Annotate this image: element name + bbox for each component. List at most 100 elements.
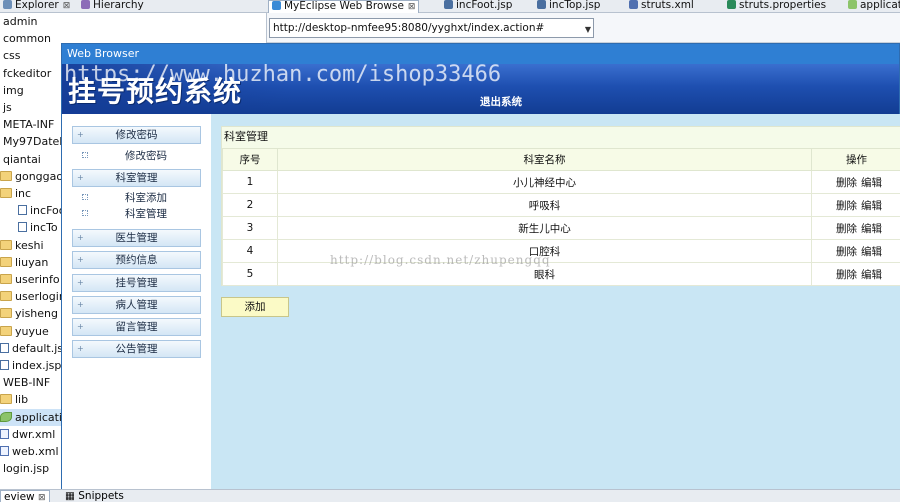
menu-button[interactable]: + 公告管理 xyxy=(72,340,201,358)
tree-item[interactable]: applicatio xyxy=(0,408,69,426)
cell-name: 眼科 xyxy=(277,262,812,286)
tree-item[interactable]: css xyxy=(0,47,21,64)
delete-link[interactable]: 删除 xyxy=(836,200,857,212)
tree-item-label: lib xyxy=(15,393,29,407)
tree-item[interactable]: js xyxy=(0,99,12,116)
web-browser-titlebar[interactable]: Web Browser xyxy=(62,44,899,64)
menu-button[interactable]: + 医生管理 xyxy=(72,229,201,247)
cell-name: 呼吸科 xyxy=(277,193,812,217)
tree-item-label: userinfo xyxy=(15,273,60,286)
cell-actions: 删除 编辑 xyxy=(811,216,900,240)
xml-icon xyxy=(0,428,9,439)
delete-link[interactable]: 删除 xyxy=(836,246,857,258)
tree-item[interactable]: META-INF xyxy=(0,116,54,133)
submenu-item[interactable]: 修改密码 xyxy=(82,149,167,164)
tree-item-label: yuyue xyxy=(15,324,49,338)
tree-item[interactable]: gonggao xyxy=(0,168,63,185)
tree-item[interactable]: liuyan xyxy=(0,254,48,271)
close-icon[interactable]: ⊠ xyxy=(408,2,416,12)
edit-link[interactable]: 编辑 xyxy=(861,246,882,258)
tree-item[interactable]: default.js xyxy=(0,340,63,357)
jsp-icon xyxy=(0,342,9,353)
tree-item[interactable]: img xyxy=(0,82,24,99)
menu-button[interactable]: + 预约信息 xyxy=(72,251,201,269)
menu-label: 科室添加 xyxy=(125,192,167,204)
cell-actions: 删除 编辑 xyxy=(811,170,900,194)
tree-item[interactable]: yuyue xyxy=(0,323,49,340)
tab-snippets[interactable]: ▦ Snippets xyxy=(62,490,127,502)
delete-link[interactable]: 删除 xyxy=(836,223,857,235)
menu-button[interactable]: + 留言管理 xyxy=(72,318,201,336)
tree-item-label: admin xyxy=(3,15,38,28)
tree-item[interactable]: yisheng xyxy=(0,305,58,322)
tree-item[interactable]: login.jsp xyxy=(0,460,49,477)
delete-link[interactable]: 删除 xyxy=(836,269,857,281)
close-icon[interactable]: ⊠ xyxy=(63,1,71,11)
tree-item-label: common xyxy=(3,32,51,46)
hierarchy-icon xyxy=(81,0,90,9)
ide-tab-1[interactable]: Hierarchy xyxy=(78,0,147,13)
menu-label: 留言管理 xyxy=(115,321,158,333)
tree-item[interactable]: WEB-INF xyxy=(0,374,50,391)
expand-icon: + xyxy=(77,130,84,139)
department-table: 序号 科室名称 操作 1 小儿神经中心 删除 编辑 2 呼吸科 删除 编辑 3 新生儿中心 删除 编辑… xyxy=(222,148,900,286)
edit-link[interactable]: 编辑 xyxy=(861,200,882,212)
ide-tab-2[interactable]: MyEclipse Web Browse ⊠ xyxy=(268,0,420,13)
cell-id: 1 xyxy=(222,170,278,194)
tree-item[interactable]: dwr.xml xyxy=(0,426,55,443)
tree-item[interactable]: inc xyxy=(0,185,31,202)
tree-item[interactable]: fckeditor xyxy=(0,65,51,82)
menu-label: 公告管理 xyxy=(115,343,158,355)
col-header-name: 科室名称 xyxy=(277,148,812,171)
tree-item[interactable]: incTo xyxy=(18,219,58,236)
menu-button[interactable]: + 病人管理 xyxy=(72,296,201,314)
folder-icon xyxy=(0,308,12,319)
tree-item[interactable]: web.xml xyxy=(0,443,59,460)
ide-tab-7[interactable]: applicat xyxy=(845,0,900,13)
submenu-item[interactable]: 科室管理 xyxy=(82,207,167,222)
submenu-item[interactable]: 科室添加 xyxy=(82,191,167,206)
tab-view[interactable]: eview ⊠ xyxy=(0,490,50,502)
delete-link[interactable]: 删除 xyxy=(836,177,857,189)
tree-item[interactable]: userinfo xyxy=(0,271,60,288)
ide-tab-0[interactable]: Explorer ⊠ xyxy=(0,0,73,13)
ide-tab-3[interactable]: incFoot.jsp xyxy=(441,0,515,13)
url-input[interactable]: http://desktop-nmfee95:8080/yyghxt/index… xyxy=(269,18,594,38)
col-header-actions: 操作 xyxy=(811,148,900,171)
ide-tab-6[interactable]: struts.properties xyxy=(724,0,829,13)
ide-tab-label: MyEclipse Web Browse xyxy=(284,0,404,12)
edit-link[interactable]: 编辑 xyxy=(861,177,882,189)
menu-button[interactable]: + 科室管理 xyxy=(72,169,201,187)
tree-item-label: yisheng xyxy=(15,307,58,321)
add-button[interactable]: 添加 xyxy=(221,297,289,317)
ide-tab-5[interactable]: struts.xml xyxy=(626,0,697,13)
tree-item[interactable]: keshi xyxy=(0,237,44,254)
expand-icon: + xyxy=(77,300,84,309)
menu-button[interactable]: + 挂号管理 xyxy=(72,274,201,292)
edit-link[interactable]: 编辑 xyxy=(861,223,882,235)
logout-link[interactable]: 退出系统 xyxy=(480,94,522,109)
tree-item[interactable]: common xyxy=(0,30,51,47)
menu-label: 挂号管理 xyxy=(115,277,158,289)
expand-icon: + xyxy=(77,344,84,353)
menu-button[interactable]: + 修改密码 xyxy=(72,126,201,144)
cell-actions: 删除 编辑 xyxy=(811,262,900,286)
ide-tab-4[interactable]: incTop.jsp xyxy=(534,0,603,13)
tree-item[interactable]: index.jsp xyxy=(0,357,61,374)
tree-item[interactable]: qiantai xyxy=(0,151,41,168)
edit-link[interactable]: 编辑 xyxy=(861,269,882,281)
tree-item[interactable]: My97DatePi xyxy=(0,133,69,150)
tree-item-label: gonggao xyxy=(15,169,64,183)
xml-file-icon xyxy=(629,0,638,9)
tree-item[interactable]: admin xyxy=(0,13,37,30)
url-dropdown-icon[interactable]: ▼ xyxy=(585,21,591,39)
cell-id: 5 xyxy=(222,262,278,286)
properties-file-icon xyxy=(727,0,736,9)
folder-icon xyxy=(0,256,12,267)
tree-item[interactable]: incFoo xyxy=(18,202,65,219)
tree-item[interactable]: lib xyxy=(0,391,28,408)
expand-icon: + xyxy=(77,255,84,264)
tree-item[interactable]: userlogin xyxy=(0,288,66,305)
folder-icon xyxy=(0,394,12,405)
jsp-file-icon xyxy=(444,0,453,9)
